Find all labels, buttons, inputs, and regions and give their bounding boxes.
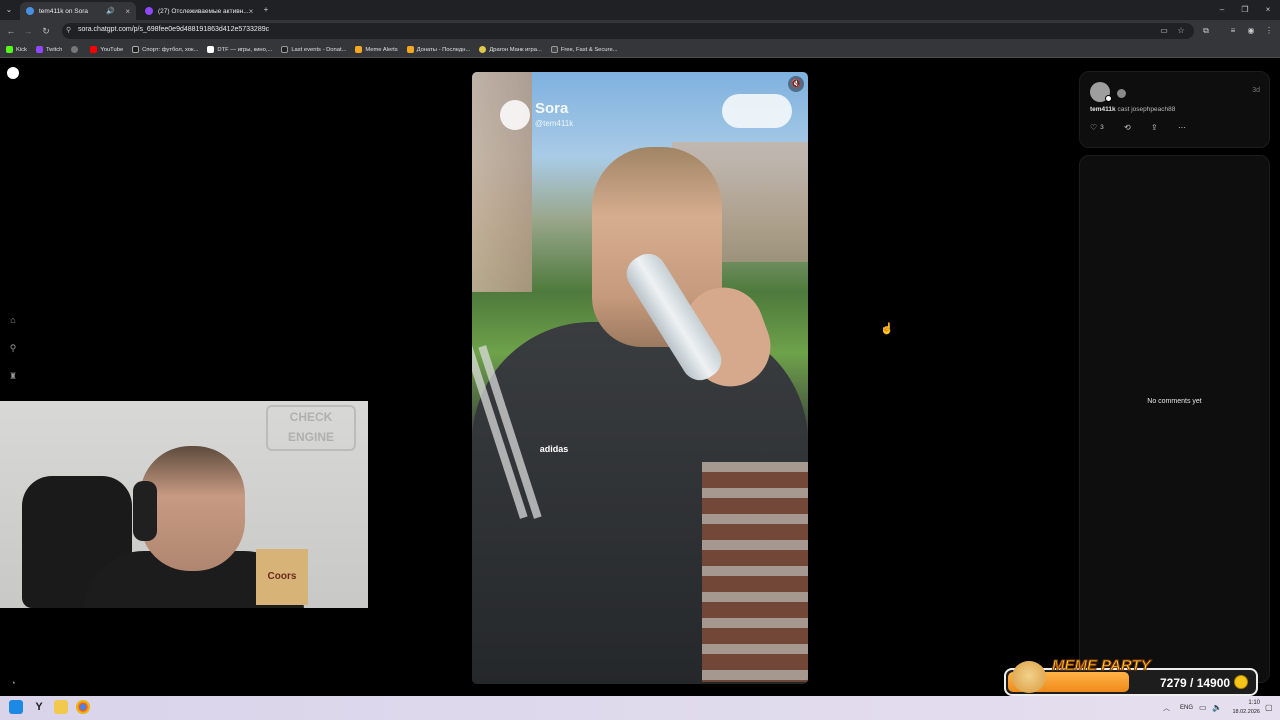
sora-logo-icon[interactable]: [7, 67, 19, 79]
windows-start-icon[interactable]: [9, 700, 23, 714]
network-icon[interactable]: ▭: [1199, 703, 1207, 712]
new-tab-button[interactable]: +: [256, 2, 276, 18]
heart-icon: ♡: [1090, 122, 1098, 132]
notifications-icon[interactable]: ▢: [1265, 703, 1273, 712]
video-cloud: [722, 94, 792, 128]
meme-party-count: 7279 / 14900: [1160, 676, 1231, 690]
share-icon: ⇪: [1151, 122, 1158, 132]
sora-favicon-icon: [26, 7, 34, 15]
meme-alerts-icon: [355, 46, 363, 53]
site-info-icon[interactable]: ⚲: [66, 26, 71, 34]
bookmark-youtube[interactable]: YouTube: [90, 46, 123, 53]
search-icon[interactable]: ⚲: [7, 342, 19, 354]
remix-icon: ⟲: [1124, 122, 1131, 132]
mail-icon: [550, 46, 558, 53]
close-tab-icon[interactable]: ×: [125, 7, 130, 16]
sport-icon: [132, 46, 140, 53]
clock-time[interactable]: 1:10: [1236, 700, 1260, 706]
more-button[interactable]: ⋯: [1178, 122, 1186, 132]
minimize-icon[interactable]: –: [1212, 2, 1232, 18]
tab-title: tem411k on Sora: [39, 7, 89, 15]
bookmark-donation-alerts[interactable]: Last events - Donat...: [281, 46, 346, 53]
headset-icon: [133, 481, 157, 541]
share-button[interactable]: ⇪: [1151, 122, 1158, 132]
language-indicator[interactable]: ENG: [1180, 705, 1193, 711]
cameo-avatar-icon[interactable]: [1117, 89, 1126, 98]
forward-icon[interactable]: →: [21, 24, 35, 38]
sora-watermark-icon: [500, 100, 530, 130]
bookmark-dtf[interactable]: DTF — игры, кино,...: [207, 46, 272, 53]
no-comments-text: No comments yet: [1147, 398, 1202, 405]
twitch-favicon-icon: [145, 7, 153, 15]
donations-icon: [406, 46, 414, 53]
trophy-icon[interactable]: ♜: [7, 370, 19, 382]
home-icon[interactable]: ⌂: [7, 314, 19, 326]
reload-icon[interactable]: ↻: [39, 24, 53, 38]
mute-icon[interactable]: 🔇: [788, 76, 804, 92]
post-time: 3d: [1252, 87, 1260, 94]
video-player[interactable]: adidas Sora @tem411k 🔇: [472, 72, 808, 684]
watermark-handle: @tem411k: [535, 119, 574, 128]
windows-taskbar: [0, 696, 1280, 720]
bookmark-kick[interactable]: Kick: [6, 46, 27, 53]
clock-date[interactable]: 18.02.2026: [1228, 709, 1260, 715]
volume-icon[interactable]: 🔈: [1212, 703, 1222, 712]
close-tab-icon[interactable]: ×: [249, 7, 254, 16]
chrome-icon[interactable]: [76, 700, 90, 714]
tab-sora[interactable]: tem411k on Sora 🔊 ×: [20, 2, 136, 20]
video-bench: [702, 462, 808, 682]
bookmark-meme-alerts[interactable]: Meme Alerts: [355, 46, 398, 53]
audio-icon[interactable]: 🔊: [106, 7, 115, 15]
bookmark-dragon[interactable]: Драгон Манк игра...: [479, 46, 542, 53]
neon-sign: CHECK ENGINE: [266, 405, 356, 451]
yandex-browser-icon[interactable]: Y: [32, 700, 46, 714]
webcam-overlay: CHECK ENGINE Coors: [0, 401, 368, 608]
bookmark-twitch[interactable]: Twitch: [35, 46, 62, 53]
twitch-icon: [35, 46, 43, 53]
like-count: 3: [1100, 123, 1104, 131]
bookmark-globe[interactable]: [71, 46, 81, 53]
dtf-icon: [207, 46, 215, 53]
post-cast[interactable]: cast josephpeach88: [1117, 106, 1175, 113]
watermark-title: Sora: [535, 100, 569, 117]
hand-cursor-icon: ☝: [880, 323, 894, 335]
back-icon[interactable]: ←: [4, 24, 18, 38]
post-caption: tem411k cast josephpeach88: [1090, 106, 1175, 113]
follow-badge-icon[interactable]: [1105, 95, 1112, 102]
profile-icon[interactable]: ◉: [1245, 25, 1257, 37]
donation-icon: [281, 46, 289, 53]
tab-search-icon[interactable]: ⌄: [2, 2, 16, 18]
comments-panel: [1079, 155, 1270, 683]
bookmark-star-icon[interactable]: ☆: [1175, 25, 1187, 37]
post-author[interactable]: tem411k: [1090, 106, 1116, 113]
url-text[interactable]: sora.chatgpt.com/p/s_698fee0e9d488191863…: [78, 26, 269, 33]
restore-icon[interactable]: ❐: [1235, 2, 1255, 18]
globe-icon: [71, 46, 79, 53]
tab-twitch[interactable]: (27) Отслеживаемые активн... ×: [139, 2, 255, 20]
remix-button[interactable]: ⟲: [1124, 122, 1131, 132]
close-window-icon[interactable]: ×: [1258, 2, 1278, 18]
cast-icon[interactable]: ▭: [1158, 25, 1170, 37]
youtube-icon: [90, 46, 98, 53]
bookmark-free-fast[interactable]: Free, Fast & Secure...: [550, 46, 618, 53]
bookmark-sport[interactable]: Спорт: футбол, хок...: [132, 46, 198, 53]
media-controls-icon[interactable]: ≡: [1227, 25, 1239, 37]
coin-icon: [1234, 675, 1248, 689]
more-icon: ⋯: [1178, 122, 1186, 132]
file-explorer-icon[interactable]: [54, 700, 68, 714]
settings-icon[interactable]: ◔: [7, 677, 19, 689]
meme-party-title: MEME PARTY: [1052, 657, 1152, 675]
extensions-icon[interactable]: ⧉: [1200, 25, 1212, 37]
tray-chevron-icon[interactable]: ︿: [1163, 703, 1170, 713]
beer-box: Coors: [256, 549, 308, 605]
doge-icon: [1012, 661, 1046, 693]
dragon-icon: [479, 46, 487, 53]
shirt-brand-logo: adidas: [539, 444, 569, 454]
like-button[interactable]: ♡ 3: [1090, 122, 1104, 132]
bookmarks-bar: Kick Twitch YouTube Спорт: футбол, хок..…: [0, 42, 1280, 58]
tab-title: (27) Отслеживаемые активн...: [158, 7, 249, 15]
menu-icon[interactable]: ⋮: [1263, 25, 1275, 37]
bookmark-donations[interactable]: Донаты - Последн...: [406, 46, 470, 53]
kick-icon: [6, 46, 13, 53]
